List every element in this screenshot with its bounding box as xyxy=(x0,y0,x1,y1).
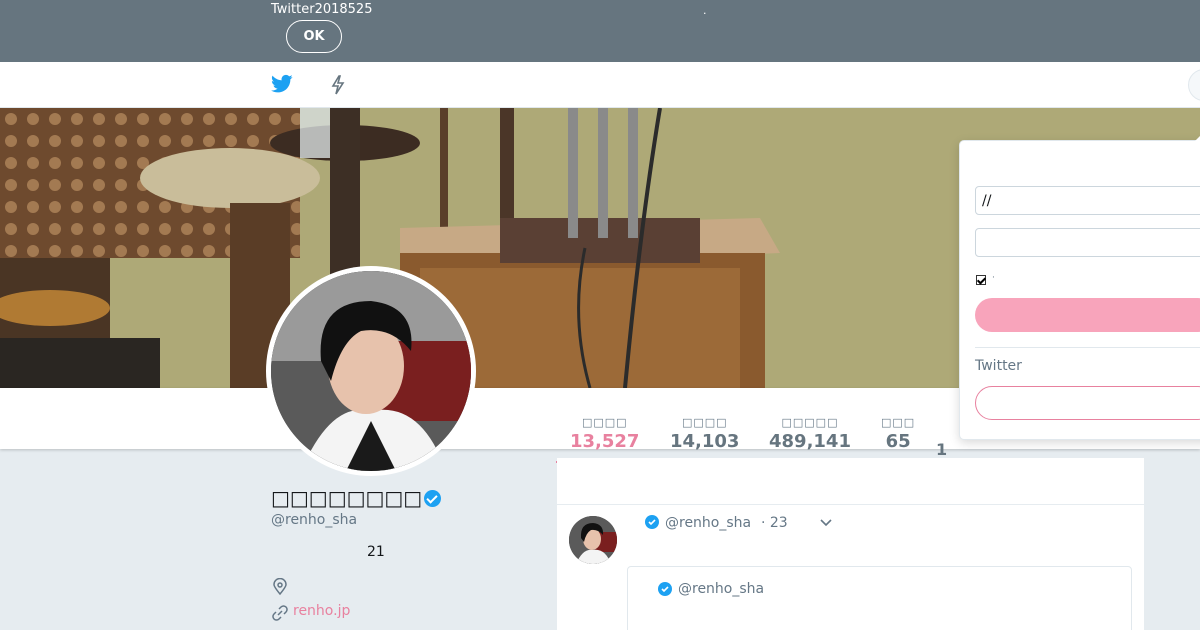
tweet-author-handle[interactable]: @renho_sha xyxy=(665,515,751,531)
stat-tweets-label: □□□□ xyxy=(581,416,628,429)
login-button[interactable] xyxy=(975,298,1200,332)
profile-card: □□□□□□□□ @renho_sha 21 renho.jp xyxy=(271,486,531,621)
stat-tweets[interactable]: □□□□ 13,527 xyxy=(570,416,639,452)
tweet-avatar[interactable] xyxy=(569,516,617,564)
verified-badge-icon xyxy=(645,515,659,529)
verified-badge-icon xyxy=(658,582,672,596)
stat-followers-value: 489,141 xyxy=(769,431,851,452)
stat-followers-label: □□□□□ xyxy=(781,416,839,429)
dropdown-caret xyxy=(1195,131,1200,141)
stat-likes[interactable]: □□□ 65 xyxy=(881,416,915,452)
stat-likes-value: 65 xyxy=(885,431,911,452)
dropdown-divider xyxy=(975,347,1200,348)
tweet-timestamp[interactable]: · 23 xyxy=(761,515,788,531)
stat-following-label: □□□□ xyxy=(681,416,728,429)
top-navigation xyxy=(0,62,1200,108)
location-pin-icon xyxy=(273,578,287,596)
profile-join-date: 21 xyxy=(367,544,385,560)
profile-website-link[interactable]: renho.jp xyxy=(293,603,350,619)
chevron-down-icon[interactable] xyxy=(819,518,833,528)
stat-followers[interactable]: □□□□□ 489,141 xyxy=(769,416,851,452)
tweet-avatar-photo xyxy=(569,516,617,564)
remember-me-label: · xyxy=(992,273,995,283)
password-input[interactable] xyxy=(975,228,1200,257)
signup-button[interactable] xyxy=(975,386,1200,420)
signup-prompt: Twitter xyxy=(975,358,1022,374)
lightning-icon[interactable] xyxy=(330,75,346,95)
tweet-item[interactable]: @renho_sha · 23 @renho_sha xyxy=(557,505,1144,630)
quoted-tweet-handle: @renho_sha xyxy=(678,581,765,597)
twitter-bird-icon[interactable] xyxy=(271,74,293,94)
notice-text: Twitter2018525 xyxy=(271,2,373,17)
login-dropdown: · Twitter xyxy=(959,131,1200,440)
stat-following-value: 14,103 xyxy=(670,431,740,452)
profile-avatar[interactable] xyxy=(266,266,476,476)
username-input[interactable] xyxy=(975,186,1200,215)
notice-dot: . xyxy=(703,4,707,17)
search-box[interactable] xyxy=(1188,69,1200,101)
stat-tweets-value: 13,527 xyxy=(570,431,640,452)
remember-me-checkbox[interactable] xyxy=(976,275,986,285)
stat-lists-value[interactable]: 1 xyxy=(936,440,947,459)
stat-following[interactable]: □□□□ 14,103 xyxy=(670,416,739,452)
avatar-photo xyxy=(271,271,471,471)
notice-banner: Twitter2018525 . OK xyxy=(0,0,1200,62)
stat-likes-label: □□□ xyxy=(881,416,916,429)
notice-ok-button[interactable]: OK xyxy=(286,20,342,53)
link-icon xyxy=(272,605,288,621)
timeline-header xyxy=(557,458,1144,505)
quoted-tweet[interactable]: @renho_sha xyxy=(627,566,1132,630)
profile-name-row: □□□□□□□□ xyxy=(271,486,531,510)
profile-handle[interactable]: @renho_sha xyxy=(271,512,531,528)
profile-name[interactable]: □□□□□□□□ xyxy=(271,486,422,510)
verified-badge-icon xyxy=(424,489,442,507)
